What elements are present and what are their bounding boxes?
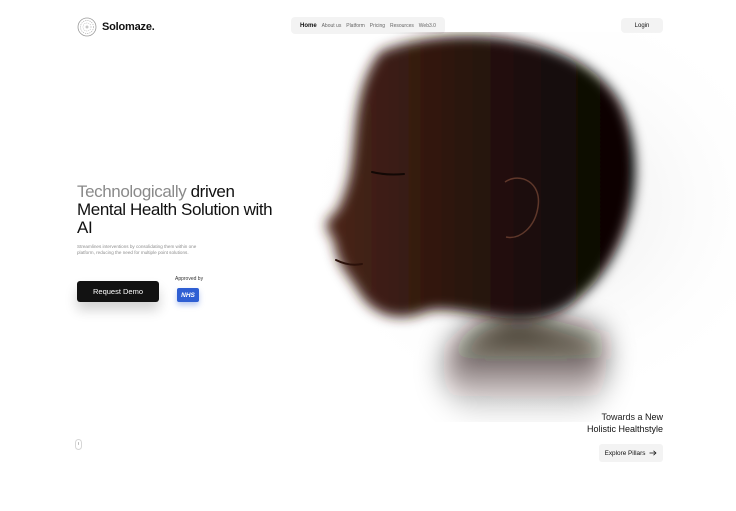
nav-item-resources[interactable]: Resources: [390, 23, 414, 29]
request-demo-button[interactable]: Request Demo: [77, 281, 159, 302]
tagline-line-2: Holistic Healthstyle: [586, 424, 663, 434]
nav-item-pricing[interactable]: Pricing: [370, 23, 385, 29]
nav-item-web3[interactable]: Web3.0: [419, 23, 436, 29]
nav-item-platform[interactable]: Platform: [346, 23, 365, 29]
tagline-line-1-emphasis: New: [644, 412, 663, 422]
headline-muted-part: Technologically: [77, 182, 187, 201]
nav-item-about-us[interactable]: About us: [322, 23, 342, 29]
scroll-indicator-icon[interactable]: [75, 439, 82, 450]
arrow-right-icon: [649, 450, 657, 456]
logo-mark-icon: [77, 17, 97, 37]
nav-item-home[interactable]: Home: [300, 23, 317, 29]
hero-portrait-image: [280, 32, 736, 422]
tagline-line-1: Towards a New: [587, 411, 663, 423]
nhs-badge: NHS: [177, 288, 199, 302]
brand-name: Solomaze.: [102, 21, 155, 33]
brand-logo[interactable]: Solomaze.: [77, 17, 155, 37]
explore-pillars-button[interactable]: Explore Pillars: [599, 444, 663, 462]
hero-headline: Technologically driven Mental Health Sol…: [77, 183, 277, 237]
approved-by-label: Approved by: [175, 276, 204, 282]
tagline-line-1-prefix: Towards a: [601, 412, 645, 422]
explore-pillars-label: Explore Pillars: [604, 449, 646, 457]
scroll-dot: [78, 442, 79, 445]
login-button[interactable]: Login: [621, 18, 663, 33]
tagline: Towards a New Holistic Healthstyle: [587, 411, 663, 435]
hero-description: Streamlines interventions by consolidati…: [77, 244, 197, 256]
